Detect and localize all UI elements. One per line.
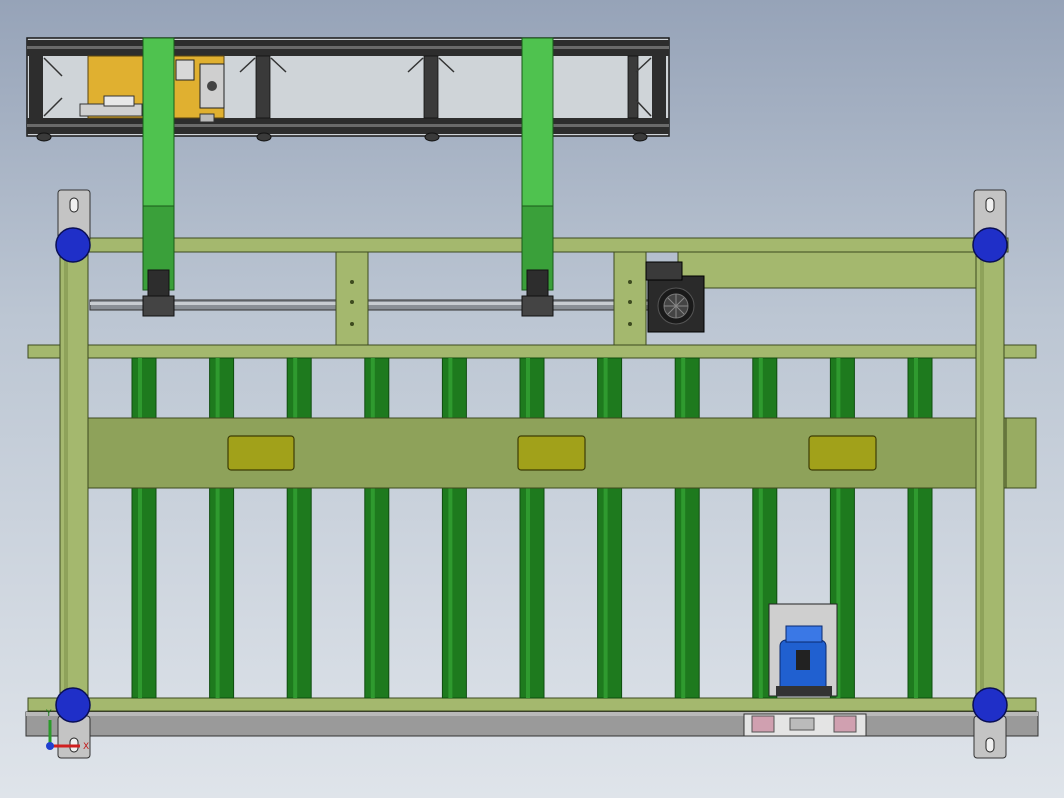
conveyor-roller [364, 357, 390, 699]
mid-side-rail [27, 344, 1037, 359]
conveyor-roller [597, 357, 623, 699]
roller-highlight [448, 358, 453, 698]
roller-highlight [681, 358, 686, 698]
roller-highlight [758, 358, 763, 698]
roller-highlight [293, 358, 298, 698]
corner-joint [972, 687, 1008, 723]
roller-highlight [138, 358, 142, 698]
shaft-support-plate [335, 251, 369, 346]
conveyor-roller [286, 357, 312, 699]
roller-highlight [603, 358, 608, 698]
gantry-bracket-right [521, 37, 554, 317]
conveyor-roller [519, 357, 545, 699]
gantry-bracket-left [142, 37, 175, 317]
roller-highlight [526, 358, 530, 698]
corner-joint [55, 687, 91, 723]
cad-viewport[interactable]: X Y [0, 0, 1064, 798]
bottom-drive-box [743, 713, 867, 737]
conveyor-roller [907, 357, 933, 699]
bottom-side-rail [27, 697, 1037, 712]
bottom-gear-motor [768, 603, 838, 697]
shaft-support-plate [613, 251, 647, 346]
conveyor-roller [131, 357, 157, 699]
top-gantry [26, 37, 670, 142]
corner-joint [972, 227, 1008, 263]
gantry-right-post [652, 56, 666, 118]
assembly-drawing: X Y [25, 37, 1039, 759]
axis-y-label: Y [45, 709, 52, 719]
corner-joint [55, 227, 91, 263]
roller-highlight [370, 358, 375, 698]
beam-pad [517, 435, 586, 471]
roller-highlight [215, 358, 220, 698]
upper-right-beam [677, 251, 979, 289]
beam-pad [808, 435, 877, 471]
gantry-left-post [29, 56, 43, 118]
conveyor-roller [209, 357, 235, 699]
beam-pad [227, 435, 295, 471]
conveyor-roller [441, 357, 467, 699]
axis-x-label: X [83, 742, 89, 752]
roller-highlight [914, 358, 918, 698]
conveyor-roller [674, 357, 700, 699]
